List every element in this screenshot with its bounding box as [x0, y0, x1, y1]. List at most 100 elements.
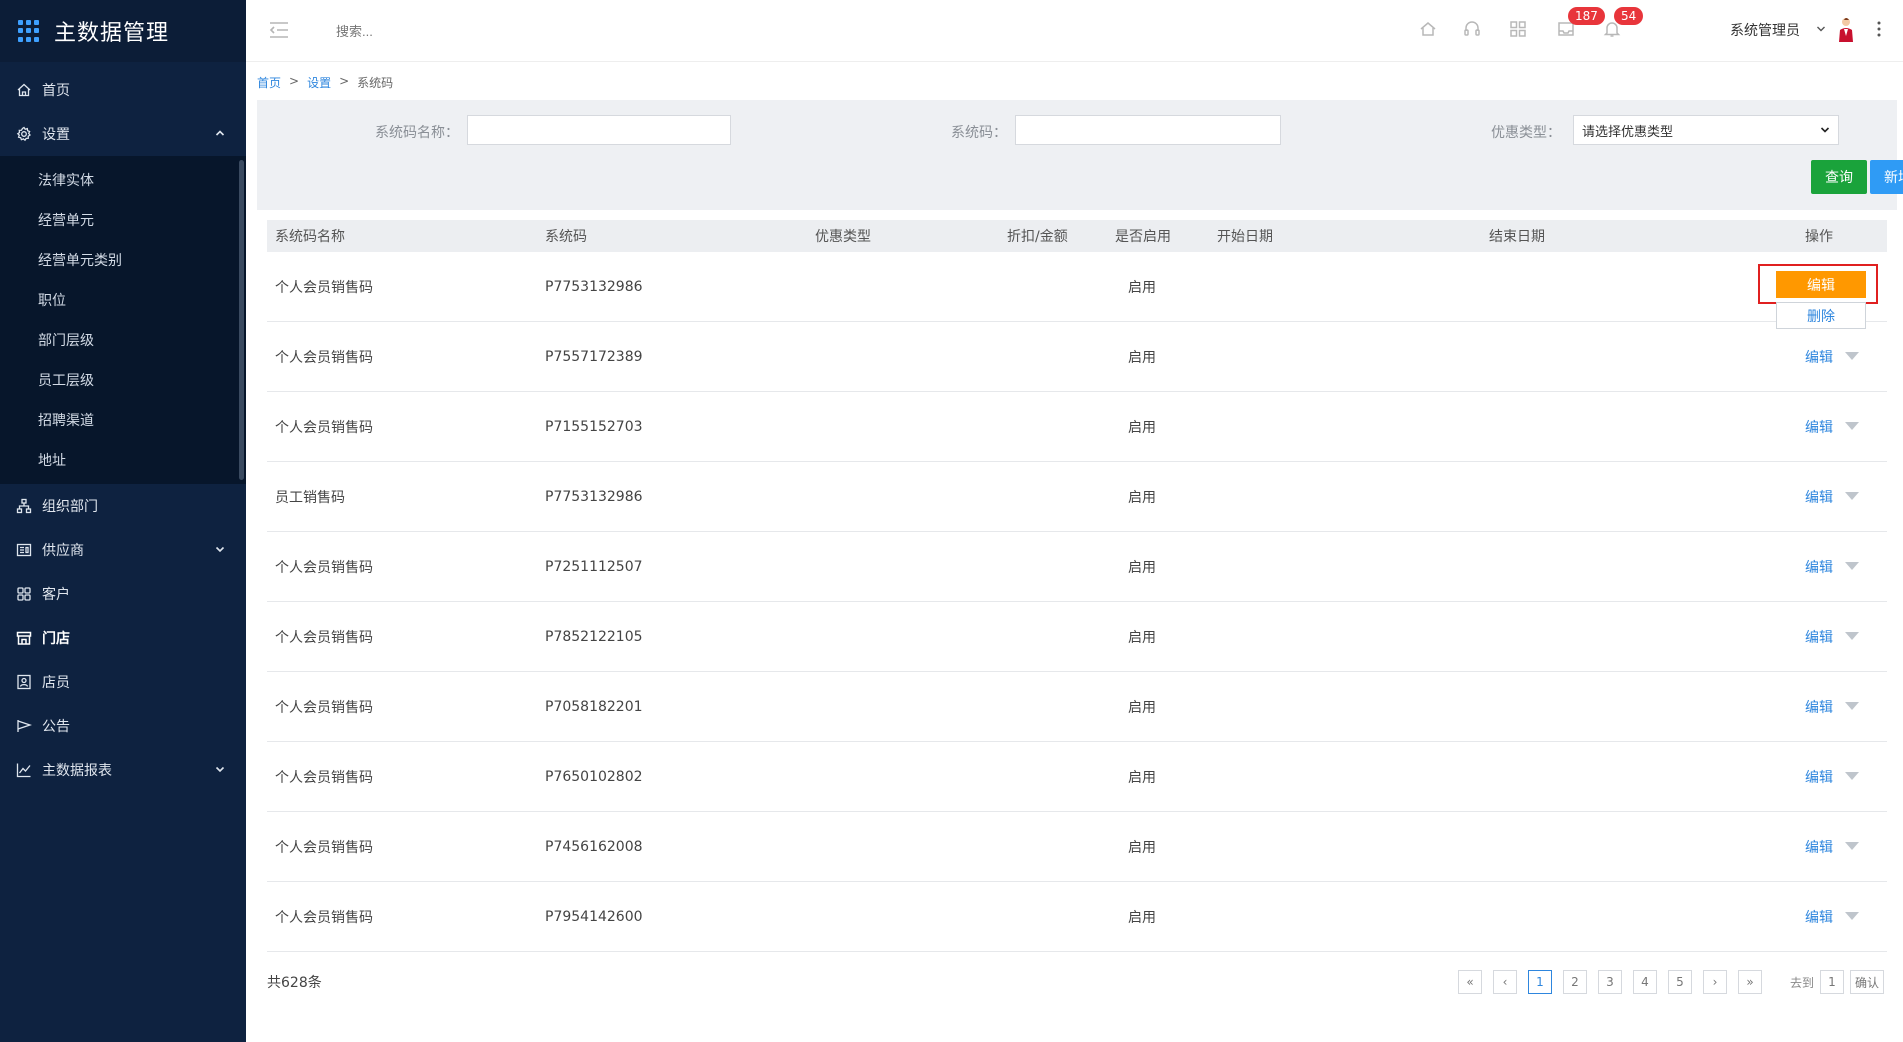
- column-header: 系统码: [545, 229, 587, 245]
- page-button-1[interactable]: 1: [1528, 970, 1552, 994]
- table-row: 个人会员销售码 P7753132986 启用 编辑 删除: [267, 252, 1887, 329]
- submenu-item-business-unit-category[interactable]: 经营单元类别: [0, 240, 246, 280]
- headset-support-icon[interactable]: [1462, 19, 1484, 41]
- sidebar-item-staff[interactable]: 店员: [0, 660, 246, 704]
- breadcrumb-current: 系统码: [357, 76, 394, 90]
- sidebar-item-label: 门店: [42, 631, 70, 647]
- submenu-item-address[interactable]: 地址: [0, 440, 246, 480]
- next-page-button[interactable]: ›: [1703, 970, 1727, 994]
- table-header: 系统码名称 系统码 优惠类型 折扣/金额 是否启用 开始日期 结束日期 操作: [267, 220, 1887, 252]
- goto-label: 去到: [1790, 976, 1815, 990]
- sidebar-item-home[interactable]: 首页: [0, 68, 246, 112]
- bell-icon[interactable]: 54: [1602, 7, 1644, 41]
- last-page-button[interactable]: »: [1738, 970, 1762, 994]
- prev-page-button[interactable]: ‹: [1493, 970, 1517, 994]
- sidebar-scrollbar[interactable]: [239, 160, 244, 480]
- breadcrumb-separator: >: [339, 74, 350, 88]
- column-header: 优惠类型: [815, 229, 871, 245]
- page-button-3[interactable]: 3: [1598, 970, 1622, 994]
- submenu-item-legal-entity[interactable]: 法律实体: [0, 160, 246, 200]
- brand-header: 主数据管理: [0, 0, 246, 62]
- edit-link[interactable]: 编辑: [1805, 742, 1833, 811]
- avatar[interactable]: [1836, 16, 1856, 44]
- query-button[interactable]: 查询: [1811, 160, 1867, 194]
- first-page-button[interactable]: «: [1458, 970, 1482, 994]
- top-header: 187 54 系统管理员: [246, 0, 1903, 62]
- submenu-item-position[interactable]: 职位: [0, 280, 246, 320]
- column-header: 操作: [1805, 229, 1833, 245]
- edit-link[interactable]: 编辑: [1805, 392, 1833, 461]
- sidebar-item-label: 客户: [42, 587, 70, 603]
- discount-type-select[interactable]: 请选择优惠类型: [1573, 115, 1839, 145]
- caret-down-icon[interactable]: [1845, 632, 1859, 640]
- submenu-item-department-level[interactable]: 部门层级: [0, 320, 246, 360]
- row-code: P7753132986: [545, 488, 643, 505]
- edit-link[interactable]: 编辑: [1805, 812, 1833, 881]
- row-code-name: 个人会员销售码: [275, 559, 373, 576]
- caret-down-icon[interactable]: [1845, 702, 1859, 710]
- submenu-item-employee-level[interactable]: 员工层级: [0, 360, 246, 400]
- sidebar: 主数据管理 首页 设置 法律实体 经营单元 经营单元类别 职位 部门层级 员工层…: [0, 0, 246, 1042]
- discount-type-select-value: 请选择优惠类型: [1582, 124, 1674, 140]
- sidebar-item-store[interactable]: 门店: [0, 616, 246, 660]
- edit-link[interactable]: 编辑: [1805, 672, 1833, 741]
- caret-down-icon[interactable]: [1845, 912, 1859, 920]
- submenu-item-label: 地址: [38, 453, 66, 469]
- sidebar-item-supplier[interactable]: 供应商: [0, 528, 246, 572]
- row-code: P7251112507: [545, 558, 643, 575]
- home-shortcut-icon[interactable]: [1418, 19, 1440, 41]
- org-tree-icon: [16, 498, 32, 514]
- row-code: P7155152703: [545, 418, 643, 435]
- chevron-down-icon[interactable]: [1816, 24, 1826, 34]
- breadcrumb-settings[interactable]: 设置: [307, 74, 331, 91]
- user-name[interactable]: 系统管理员: [1730, 20, 1800, 40]
- edit-button[interactable]: 编辑: [1776, 271, 1866, 298]
- edit-link[interactable]: 编辑: [1805, 532, 1833, 601]
- code-name-input[interactable]: [467, 115, 731, 145]
- row-code: P7753132986: [545, 278, 643, 295]
- edit-link[interactable]: 编辑: [1805, 322, 1833, 391]
- collapse-menu-icon[interactable]: [268, 20, 290, 40]
- submenu-item-recruitment-channel[interactable]: 招聘渠道: [0, 400, 246, 440]
- caret-down-icon[interactable]: [1845, 352, 1859, 360]
- submenu-item-label: 员工层级: [38, 373, 94, 389]
- table-row: 个人会员销售码 P7852122105 启用 编辑: [267, 602, 1887, 672]
- sidebar-item-settings[interactable]: 设置: [0, 112, 246, 156]
- goto-confirm-button[interactable]: 确认: [1850, 970, 1884, 994]
- table-row: 员工销售码 P7753132986 启用 编辑: [267, 462, 1887, 532]
- submenu-item-label: 职位: [38, 293, 66, 309]
- column-header: 折扣/金额: [1007, 229, 1068, 245]
- system-code-table: 系统码名称 系统码 优惠类型 折扣/金额 是否启用 开始日期 结束日期 操作 个…: [267, 220, 1887, 952]
- page-button-2[interactable]: 2: [1563, 970, 1587, 994]
- edit-link[interactable]: 编辑: [1805, 882, 1833, 951]
- chevron-down-icon: [215, 766, 225, 773]
- caret-down-icon[interactable]: [1845, 492, 1859, 500]
- sidebar-item-announcement[interactable]: 公告: [0, 704, 246, 748]
- breadcrumb-separator: >: [289, 74, 300, 88]
- sidebar-item-organization[interactable]: 组织部门: [0, 484, 246, 528]
- page-button-4[interactable]: 4: [1633, 970, 1657, 994]
- submenu-item-business-unit[interactable]: 经营单元: [0, 200, 246, 240]
- breadcrumb-home[interactable]: 首页: [257, 74, 281, 91]
- search-input[interactable]: [336, 18, 556, 44]
- sidebar-item-label: 供应商: [42, 543, 84, 559]
- caret-down-icon[interactable]: [1845, 562, 1859, 570]
- table-row: 个人会员销售码 P7456162008 启用 编辑: [267, 812, 1887, 882]
- caret-down-icon[interactable]: [1845, 422, 1859, 430]
- sidebar-item-customer[interactable]: 客户: [0, 572, 246, 616]
- goto-page-input[interactable]: 1: [1820, 970, 1844, 994]
- add-button[interactable]: 新增: [1870, 160, 1903, 194]
- row-code: P7557172389: [545, 348, 643, 365]
- edit-link[interactable]: 编辑: [1805, 602, 1833, 671]
- sidebar-item-label: 店员: [42, 675, 70, 691]
- caret-down-icon[interactable]: [1845, 772, 1859, 780]
- more-vertical-icon[interactable]: [1876, 18, 1882, 40]
- edit-link[interactable]: 编辑: [1805, 462, 1833, 531]
- caret-down-icon[interactable]: [1845, 842, 1859, 850]
- code-input[interactable]: [1015, 115, 1281, 145]
- page-button-5[interactable]: 5: [1668, 970, 1692, 994]
- sidebar-item-label: 首页: [42, 83, 70, 99]
- sidebar-item-report[interactable]: 主数据报表: [0, 748, 246, 792]
- apps-grid-icon[interactable]: [1508, 19, 1530, 41]
- messages-icon[interactable]: 187: [1556, 7, 1605, 41]
